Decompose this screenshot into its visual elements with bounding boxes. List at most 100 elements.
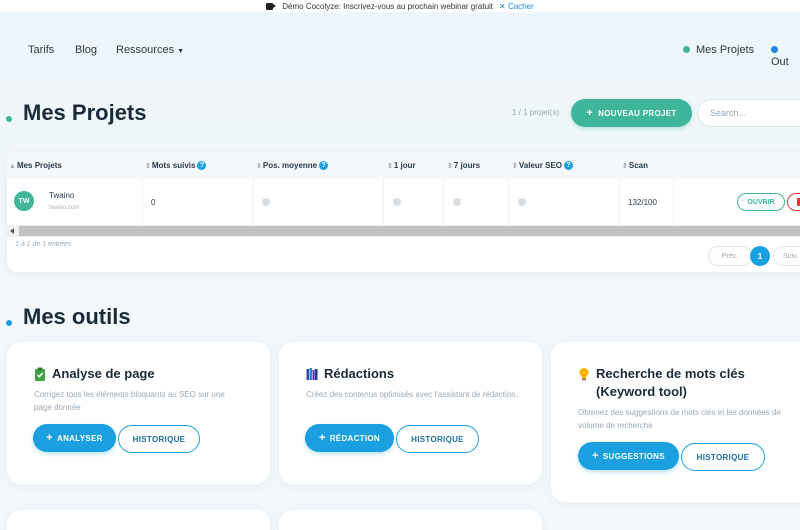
avatar: TW — [14, 191, 34, 211]
banner-hide-label: Cacher — [507, 1, 534, 11]
project-count: 1 / 1 projet(s) — [512, 108, 560, 117]
sort-up-icon: ▲ — [9, 163, 16, 170]
column-header-seo-value[interactable]: ⇕Valeur SEO? — [512, 161, 574, 170]
main-nav: Tarifs Blog Ressources ▼ Mes Projets Out — [0, 44, 800, 68]
delete-project-button[interactable] — [787, 193, 800, 211]
keywords-count: 0 — [151, 198, 156, 207]
bullet-icon — [6, 116, 12, 122]
banner-text[interactable]: Démo Cocolyze: Inscrivez-vous au prochai… — [282, 2, 493, 11]
scrollbar-thumb[interactable] — [19, 226, 800, 236]
open-project-button[interactable]: OUVRIR — [737, 193, 785, 211]
projects-title: Mes Projets — [6, 100, 147, 126]
projects-title-text: Mes Projets — [23, 100, 147, 125]
plus-icon: + — [46, 432, 54, 444]
pagination-page-1[interactable]: 1 — [750, 246, 770, 266]
history-button[interactable]: HISTORIQUE — [396, 425, 479, 453]
tool-desc: Obtenez des suggestions de mots clés et … — [578, 408, 781, 430]
sort-icon: ⇕ — [145, 163, 151, 170]
caret-down-icon: ▼ — [177, 48, 185, 55]
empty-value-dot-icon — [262, 198, 270, 206]
nav-item-ressources[interactable]: Ressources ▼ — [116, 44, 184, 56]
col-label: 1 jour — [393, 161, 416, 170]
pagination-prev-button[interactable]: Préc. — [708, 246, 752, 266]
bullet-icon — [6, 320, 12, 326]
analyze-button[interactable]: + ANALYSER — [33, 424, 116, 452]
help-icon[interactable]: ? — [564, 161, 574, 170]
tools-title: Mes outils — [6, 304, 131, 330]
col-label: Mots suivis — [151, 161, 196, 170]
plus-icon: + — [586, 107, 594, 119]
top-banner: Démo Cocolyze: Inscrivez-vous au prochai… — [0, 0, 800, 12]
new-project-button[interactable]: + NOUVEAU PROJET — [571, 99, 692, 127]
nav-ressources-label: Ressources — [116, 44, 175, 56]
status-dot-icon — [683, 45, 690, 53]
col-label: Scan — [628, 161, 648, 170]
clipboard-check-icon — [35, 367, 45, 381]
plus-icon: + — [319, 432, 326, 444]
project-url: twaino.com — [49, 205, 80, 211]
sort-icon: ⇕ — [387, 163, 393, 170]
tools-title-text: Mes outils — [23, 304, 131, 329]
sort-icon: ⇕ — [256, 163, 262, 170]
entries-info: 1 à 1 de 1 entrées — [15, 241, 72, 248]
suggestions-label: SUGGESTIONS — [602, 451, 665, 461]
empty-value-dot-icon — [393, 198, 401, 206]
nav-item-mes-projets[interactable]: Mes Projets — [683, 44, 754, 56]
tool-title: Recherche de mots clés (Keyword tool) — [578, 365, 778, 401]
tool-card-partial — [7, 510, 270, 530]
tool-title-text: Analyse de page — [52, 366, 155, 381]
table-header: ▲Mes Projets ⇕Mots suivis? ⇕Pos. moyenne… — [7, 152, 800, 179]
suggestions-button[interactable]: + SUGGESTIONS — [578, 442, 679, 470]
project-name[interactable]: Twaino — [49, 191, 74, 200]
books-icon — [306, 368, 318, 380]
horizontal-scrollbar[interactable] — [7, 225, 800, 237]
history-button[interactable]: HISTORIQUE — [118, 425, 200, 453]
banner-hide-link[interactable]: ✕ Cacher — [499, 2, 534, 11]
column-header-projects[interactable]: ▲Mes Projets — [9, 161, 62, 170]
history-button[interactable]: HISTORIQUE — [681, 443, 765, 471]
col-label: Mes Projets — [16, 161, 62, 170]
nav-item-outils[interactable]: Out — [771, 44, 800, 68]
scan-count: 132/100 — [628, 198, 657, 207]
status-dot-icon — [771, 45, 778, 53]
help-icon[interactable]: ? — [197, 161, 207, 170]
empty-value-dot-icon — [518, 198, 526, 206]
col-label: Valeur SEO — [518, 161, 563, 170]
tool-desc: Créez des contenus optimisés avec l'assi… — [306, 390, 518, 399]
tool-title: Rédactions — [306, 365, 394, 383]
scroll-left-icon[interactable] — [10, 228, 14, 234]
analyze-label: ANALYSER — [57, 433, 103, 443]
column-header-avg-position[interactable]: ⇕Pos. moyenne? — [256, 161, 329, 170]
column-header-1-day[interactable]: ⇕1 jour — [387, 161, 416, 170]
nav-mes-projets-label: Mes Projets — [696, 44, 755, 56]
tool-card-page-analysis: Analyse de page Corrigez tous les élémen… — [7, 342, 270, 484]
lightbulb-icon — [579, 368, 589, 381]
tool-card-keyword-research: Recherche de mots clés (Keyword tool) Ob… — [551, 342, 800, 502]
table-row[interactable]: TW Twaino twaino.com 0 132/100 OUVRIR — [7, 179, 800, 225]
video-camera-icon — [266, 2, 277, 10]
tool-card-partial — [279, 510, 542, 530]
column-header-scan[interactable]: ⇕Scan — [622, 161, 648, 170]
new-project-label: NOUVEAU PROJET — [598, 108, 677, 118]
empty-value-dot-icon — [453, 198, 461, 206]
nav-outils-label: Out — [771, 56, 789, 68]
column-header-keywords[interactable]: ⇕Mots suivis? — [145, 161, 207, 170]
nav-item-blog[interactable]: Blog — [75, 44, 97, 56]
writing-label: RÉDACTION — [329, 433, 380, 443]
help-icon[interactable]: ? — [319, 161, 329, 170]
sort-icon: ⇕ — [447, 163, 453, 170]
search-input[interactable]: Search... — [697, 99, 800, 127]
pagination-next-button[interactable]: Suiv. — [773, 246, 800, 266]
tool-title-text: Recherche de mots clés (Keyword tool) — [596, 366, 745, 399]
tool-desc: Corrigez tous les éléments bloquants au … — [34, 390, 225, 412]
sort-icon: ⇕ — [512, 163, 518, 170]
col-label: Pos. moyenne — [262, 161, 318, 170]
projects-table: ▲Mes Projets ⇕Mots suivis? ⇕Pos. moyenne… — [7, 152, 800, 272]
plus-icon: + — [592, 450, 599, 462]
writing-button[interactable]: + RÉDACTION — [305, 424, 394, 452]
column-header-7-days[interactable]: ⇕7 jours — [447, 161, 480, 170]
sort-icon: ⇕ — [622, 163, 628, 170]
tool-title: Analyse de page — [34, 365, 155, 383]
tool-title-text: Rédactions — [324, 366, 395, 381]
nav-item-tarifs[interactable]: Tarifs — [28, 44, 54, 56]
